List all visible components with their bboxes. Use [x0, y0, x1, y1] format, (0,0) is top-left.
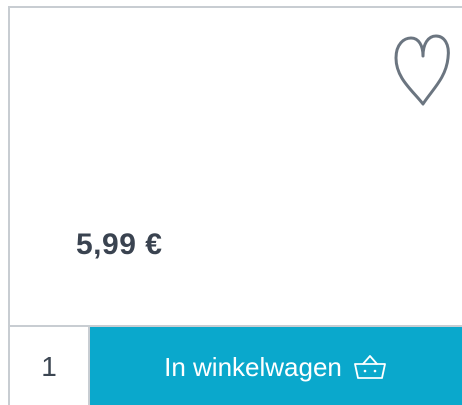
add-to-cart-label: In winkelwagen	[164, 351, 342, 382]
add-to-cart-bar: 1 In winkelwagen	[10, 325, 462, 405]
add-to-cart-button[interactable]: In winkelwagen	[90, 327, 462, 405]
product-price: 5,99 €	[76, 228, 163, 261]
product-card: 5,99 € 1 In winkelwagen	[8, 6, 462, 405]
basket-icon	[352, 352, 388, 382]
heart-icon	[394, 34, 450, 106]
quantity-field[interactable]: 1	[10, 327, 90, 405]
wishlist-button[interactable]	[390, 32, 456, 110]
